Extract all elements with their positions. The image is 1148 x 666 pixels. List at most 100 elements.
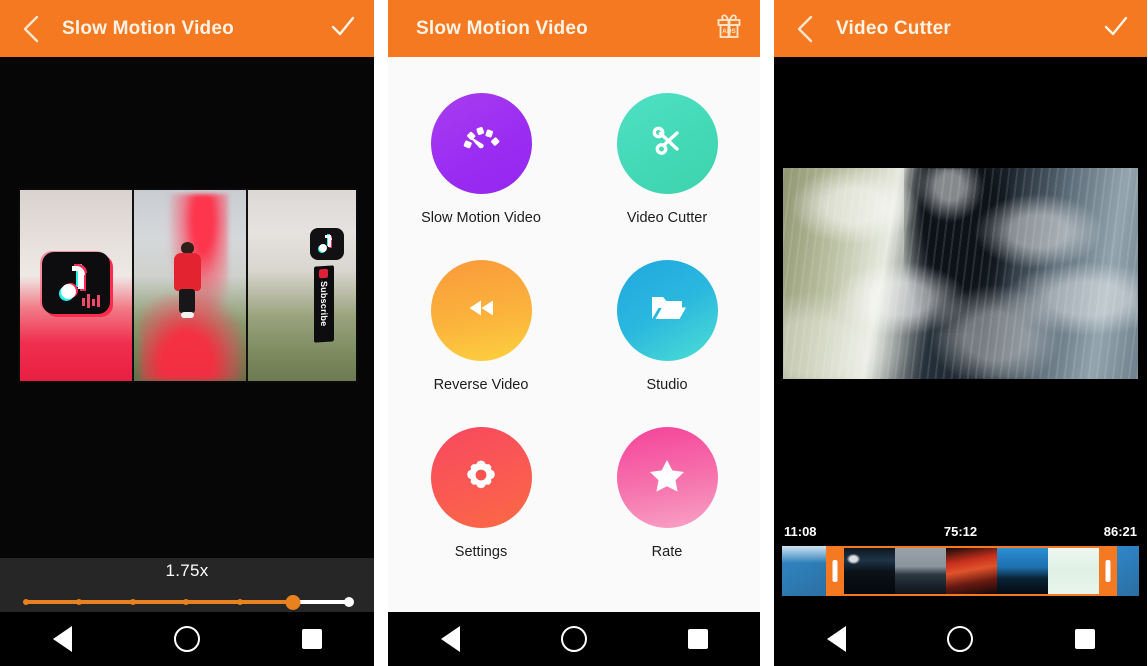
collage-divider-1	[374, 0, 388, 666]
folder-open-icon	[644, 287, 690, 334]
screen-slow-motion-editor: Slow Motion Video Subscribe 1.75x	[0, 0, 374, 666]
appbar-slow-motion-editor: Slow Motion Video	[0, 0, 374, 57]
chevron-left-icon	[20, 14, 42, 44]
filmstrip[interactable]	[782, 546, 1139, 596]
subscribe-label: Subscribe	[319, 280, 329, 328]
nav-home-icon	[561, 626, 587, 652]
screen-home: Slow Motion Video ADS Slow Motion Video …	[388, 0, 760, 666]
filmstrip-frame	[946, 548, 997, 594]
screenshot-collage: Slow Motion Video Subscribe 1.75x Slow M…	[0, 0, 1148, 666]
trim-timeline[interactable]: 11:08 75:12 86:21	[782, 524, 1139, 596]
page-title: Slow Motion Video	[62, 17, 234, 39]
preview-frame-right: Subscribe	[248, 190, 356, 381]
nav-recents-icon	[301, 629, 322, 649]
nav-home-button[interactable]	[930, 612, 990, 666]
feature-icon-circle	[430, 427, 532, 528]
nav-recents-button[interactable]	[1055, 612, 1115, 666]
filmstrip-frame	[997, 548, 1048, 594]
nav-recents-button[interactable]	[668, 612, 728, 666]
nav-back-icon	[440, 626, 460, 652]
filmstrip-lead-frame	[782, 546, 826, 596]
speed-slider[interactable]	[23, 594, 354, 610]
appbar-home: Slow Motion Video ADS	[388, 0, 760, 57]
appbar-video-cutter: Video Cutter	[774, 0, 1147, 57]
svg-text:ADS: ADS	[722, 28, 736, 35]
feature-label: Rate	[651, 544, 683, 560]
timeline-end-time: 86:21	[1103, 524, 1137, 539]
filmstrip-frame	[895, 548, 946, 594]
scissors-icon	[644, 118, 690, 169]
tiktok-badge-icon	[310, 228, 344, 260]
check-icon	[1103, 14, 1129, 43]
feature-reverse-video[interactable]: Reverse Video	[388, 260, 574, 393]
timeline-current-time: 75:12	[943, 524, 978, 539]
home-content: Slow Motion Video Video Cutter Reverse V…	[388, 57, 760, 612]
rewind-icon	[460, 287, 502, 334]
feature-icon-circle	[616, 427, 718, 528]
screen-video-cutter: Video Cutter 11:08 75:12 86:21	[774, 0, 1147, 666]
trim-handle-left[interactable]	[826, 546, 844, 596]
tiktok-logo-icon	[42, 252, 110, 314]
feature-rate[interactable]: Rate	[574, 427, 760, 560]
preview-frame-center	[134, 190, 246, 381]
feature-label: Reverse Video	[433, 377, 529, 393]
preview-frame-left	[20, 190, 132, 381]
nav-back-button[interactable]	[32, 612, 92, 666]
subscribe-marker	[319, 268, 328, 279]
filmstrip-frame	[844, 548, 895, 594]
nav-home-button[interactable]	[544, 612, 604, 666]
nav-back-button[interactable]	[420, 612, 480, 666]
back-button[interactable]	[14, 12, 48, 46]
musically-wave-icon	[82, 294, 104, 308]
nav-home-button[interactable]	[157, 612, 217, 666]
feature-slow-motion-video[interactable]: Slow Motion Video	[388, 93, 574, 226]
feature-settings[interactable]: Settings	[388, 427, 574, 560]
speed-control-panel: 1.75x	[0, 558, 374, 612]
nav-back-button[interactable]	[806, 612, 866, 666]
feature-label: Video Cutter	[626, 210, 708, 226]
page-title: Video Cutter	[836, 17, 952, 39]
feature-label: Settings	[454, 544, 508, 560]
nav-home-icon	[947, 626, 974, 652]
ads-gift-button[interactable]: ADS	[712, 12, 746, 46]
speedometer-icon	[458, 118, 504, 169]
android-navigation-bar	[388, 612, 760, 666]
selected-clip-range[interactable]	[844, 546, 1099, 596]
feature-icon-circle	[616, 260, 718, 361]
page-title: Slow Motion Video	[416, 17, 588, 39]
timeline-times: 11:08 75:12 86:21	[782, 524, 1139, 542]
nav-home-icon	[173, 626, 200, 652]
back-button[interactable]	[788, 12, 822, 46]
nav-back-icon	[826, 626, 846, 652]
slider-end-tick	[344, 597, 354, 607]
video-preview[interactable]	[783, 168, 1138, 379]
video-preview-thumbnail[interactable]: Subscribe	[18, 188, 358, 383]
feature-icon-circle	[430, 260, 532, 361]
speed-value-label: 1.75x	[165, 561, 209, 580]
filmstrip-frame	[1048, 548, 1099, 594]
confirm-button[interactable]	[326, 12, 360, 46]
feature-icon-circle	[430, 93, 532, 194]
feature-grid: Slow Motion Video Video Cutter Reverse V…	[388, 93, 760, 560]
gear-icon	[460, 454, 502, 501]
video-player-area[interactable]: Subscribe	[0, 57, 374, 558]
feature-studio[interactable]: Studio	[574, 260, 760, 393]
slider-thumb[interactable]	[285, 595, 301, 610]
feature-video-cutter[interactable]: Video Cutter	[574, 93, 760, 226]
check-icon	[330, 14, 356, 43]
feature-icon-circle	[616, 93, 718, 194]
cutter-content: 11:08 75:12 86:21	[774, 57, 1147, 612]
slider-tick	[236, 599, 243, 605]
nav-recents-icon	[688, 629, 708, 649]
nav-back-icon	[52, 626, 72, 652]
timeline-start-time: 11:08	[784, 524, 817, 539]
slider-tick	[76, 599, 83, 605]
trim-handle-right[interactable]	[1099, 546, 1117, 596]
android-navigation-bar	[0, 612, 374, 666]
nav-recents-button[interactable]	[282, 612, 342, 666]
gift-ads-icon: ADS	[714, 11, 744, 46]
feature-label: Slow Motion Video	[421, 210, 541, 226]
waterfall-frame	[783, 168, 1138, 379]
slider-track-fill	[26, 600, 294, 604]
confirm-button[interactable]	[1099, 12, 1133, 46]
